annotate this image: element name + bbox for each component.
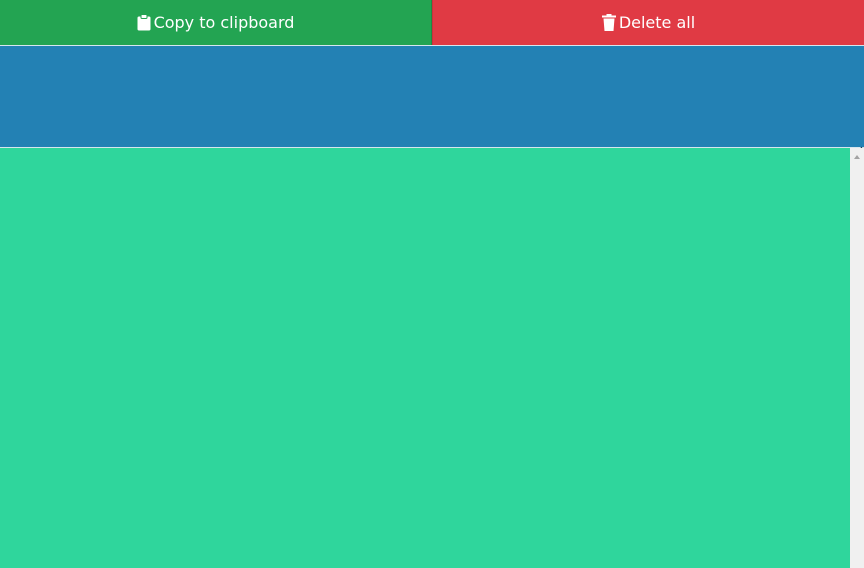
copy-to-clipboard-button[interactable]: Copy to clipboard <box>0 0 432 45</box>
delete-all-button[interactable]: Delete all <box>432 0 864 45</box>
copy-button-label: Copy to clipboard <box>153 13 295 32</box>
scroll-up-arrow-icon[interactable] <box>850 148 864 165</box>
clipboard-icon <box>137 14 151 31</box>
text-input-area[interactable] <box>0 45 864 148</box>
toolbar: Copy to clipboard Delete all <box>0 0 864 45</box>
delete-button-label: Delete all <box>618 13 696 32</box>
trash-icon <box>601 14 616 31</box>
resize-grip-icon[interactable] <box>855 139 863 154</box>
output-area <box>0 148 850 568</box>
vertical-scrollbar[interactable] <box>850 148 864 568</box>
